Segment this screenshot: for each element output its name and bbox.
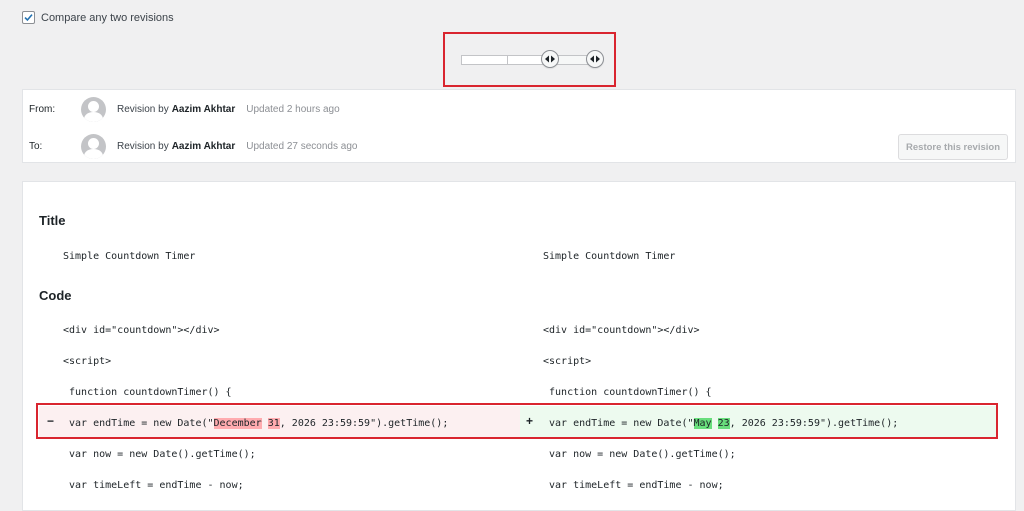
code-line-left: var now = new Date().getTime(); [63, 449, 256, 460]
from-row: From: Revision by Aazim Akhtar Updated 2… [23, 91, 1015, 127]
title-left: Simple Countdown Timer [63, 251, 196, 262]
revision-by-text: Revision by [117, 103, 169, 115]
from-label: From: [29, 103, 56, 115]
compare-label: Compare any two revisions [41, 11, 174, 24]
arrows-left-right-icon [590, 55, 600, 63]
revision-meta: From: Revision by Aazim Akhtar Updated 2… [22, 89, 1016, 163]
diff-panel: Title Simple Countdown Timer Simple Coun… [22, 181, 1016, 511]
slider-tick [507, 56, 508, 64]
to-row: To: Revision by Aazim Akhtar Updated 27 … [23, 128, 1015, 164]
restore-revision-button[interactable]: Restore this revision [898, 134, 1008, 160]
avatar [81, 96, 106, 122]
from-handle[interactable] [541, 50, 559, 68]
code-line-left: <script> [63, 356, 112, 367]
to-label: To: [29, 140, 43, 152]
code-line-right: <div id="countdown"></div> [543, 325, 700, 336]
code-line-left: function countdownTimer() { [63, 387, 232, 398]
arrows-left-right-icon [545, 55, 555, 63]
title-heading: Title [39, 213, 66, 228]
avatar [81, 133, 106, 159]
code-line-right: var timeLeft = endTime - now; [543, 480, 724, 491]
revision-by-text: Revision by [117, 140, 169, 152]
checkmark-icon [24, 14, 33, 22]
revision-author: Aazim Akhtar [171, 140, 236, 152]
code-line-right: <script> [543, 356, 592, 367]
compare-checkbox[interactable] [22, 11, 35, 24]
changed-line-highlight [36, 403, 998, 439]
code-line-left: <div id="countdown"></div> [63, 325, 220, 336]
code-line-right: var now = new Date().getTime(); [543, 449, 736, 460]
revision-updated: Updated 2 hours ago [246, 103, 340, 115]
slider-track[interactable] [461, 55, 599, 65]
title-right: Simple Countdown Timer [543, 251, 676, 262]
compare-toggle[interactable]: Compare any two revisions [22, 11, 174, 24]
revisions-slider[interactable] [460, 50, 606, 70]
code-heading: Code [39, 288, 72, 303]
code-line-left: var timeLeft = endTime - now; [63, 480, 244, 491]
revision-updated: Updated 27 seconds ago [246, 140, 358, 152]
revision-author: Aazim Akhtar [171, 103, 236, 115]
to-handle[interactable] [586, 50, 604, 68]
code-line-right: function countdownTimer() { [543, 387, 712, 398]
